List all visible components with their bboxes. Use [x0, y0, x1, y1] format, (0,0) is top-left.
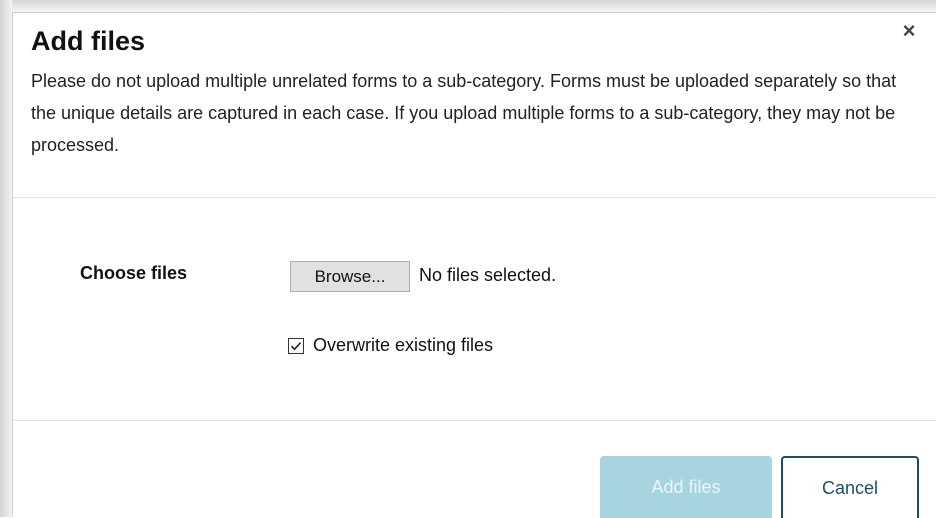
add-files-dialog: Add files × Please do not upload multipl…: [12, 12, 936, 518]
divider-bottom: [13, 420, 936, 421]
file-status-text: No files selected.: [419, 265, 557, 285]
dialog-title: Add files: [31, 26, 146, 56]
divider-top: [13, 197, 936, 198]
add-files-button[interactable]: Add files: [600, 456, 772, 518]
background-shade-top: [0, 0, 936, 12]
dialog-description: Please do not upload multiple unrelated …: [31, 71, 897, 155]
background-shade-left: [0, 0, 12, 517]
overwrite-option[interactable]: Overwrite existing files: [288, 335, 493, 356]
overwrite-checkbox[interactable]: [288, 337, 304, 354]
close-icon[interactable]: ×: [898, 19, 920, 43]
cancel-button[interactable]: Cancel: [781, 456, 919, 518]
checkmark-icon: [290, 341, 302, 350]
overwrite-label: Overwrite existing files: [313, 335, 494, 355]
browse-button[interactable]: Browse...: [290, 261, 410, 292]
choose-files-label: Choose files: [80, 263, 188, 283]
